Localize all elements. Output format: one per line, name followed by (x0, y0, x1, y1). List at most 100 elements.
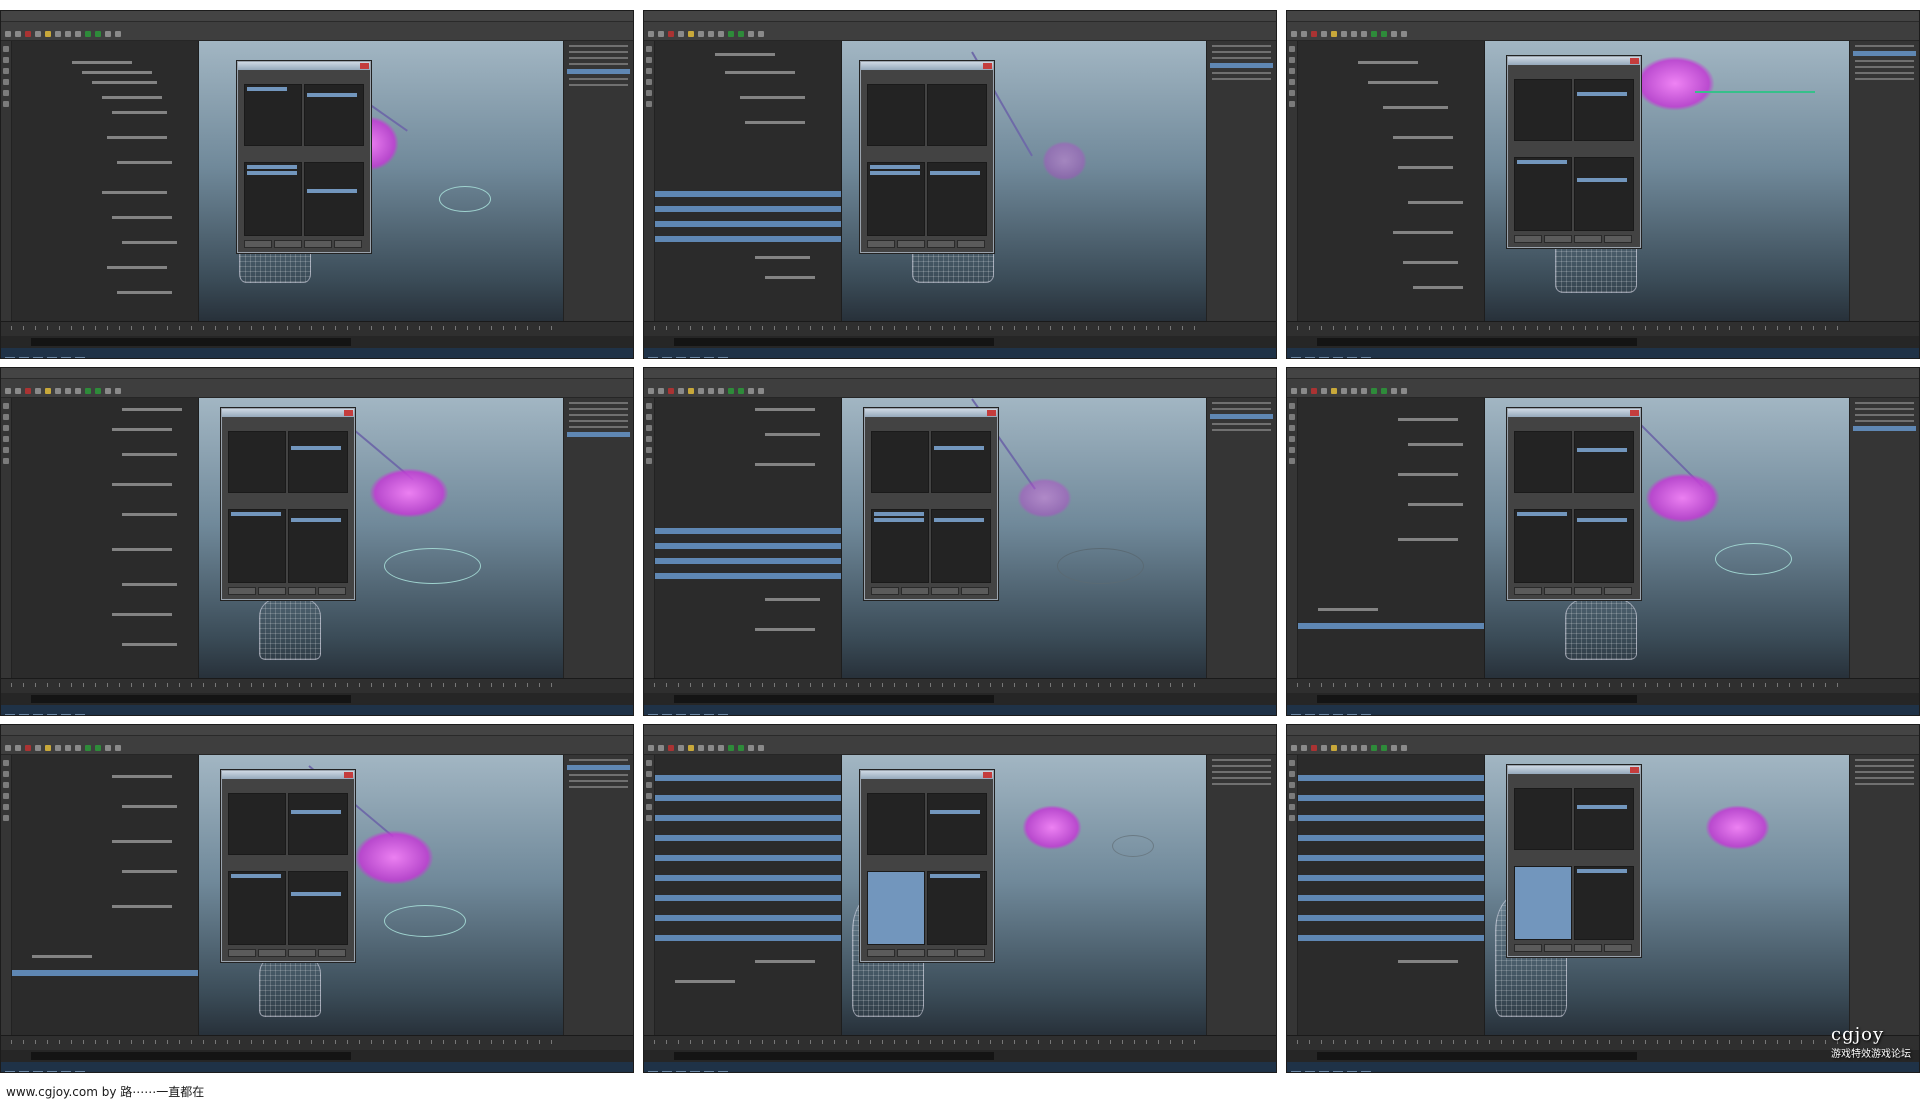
3d-viewport[interactable] (1485, 755, 1849, 1036)
dialog-titlebar[interactable] (1508, 766, 1640, 774)
driven-objects-list[interactable] (867, 871, 925, 945)
3d-viewport[interactable] (842, 398, 1206, 679)
key-button[interactable] (867, 240, 895, 248)
3d-viewport[interactable] (199, 41, 563, 322)
command-line[interactable] (644, 336, 1276, 348)
command-line[interactable] (644, 1050, 1276, 1062)
shelf-toolbar[interactable] (1, 379, 633, 398)
close-button[interactable] (318, 949, 346, 957)
command-line[interactable] (1, 336, 633, 348)
key-button[interactable] (228, 949, 256, 957)
time-slider[interactable] (1287, 678, 1919, 693)
set-driven-key-dialog[interactable] (1507, 408, 1641, 600)
driver-attributes-list[interactable] (304, 84, 364, 146)
shelf-toolbar[interactable] (1287, 736, 1919, 755)
channel-box[interactable] (1206, 755, 1276, 1036)
load-driven-button[interactable] (927, 949, 955, 957)
load-driver-button[interactable] (1544, 235, 1572, 243)
time-slider[interactable] (1287, 321, 1919, 336)
set-driven-key-dialog[interactable] (237, 61, 371, 253)
driver-attributes-list[interactable] (1574, 79, 1634, 141)
load-driver-button[interactable] (897, 949, 925, 957)
driver-objects-list[interactable] (871, 431, 929, 493)
set-driven-key-dialog[interactable] (860, 770, 994, 962)
close-button[interactable] (957, 949, 985, 957)
close-button[interactable] (1604, 587, 1632, 595)
driver-objects-list[interactable] (1514, 431, 1572, 493)
driven-attributes-list[interactable] (1574, 866, 1634, 940)
key-button[interactable] (1514, 587, 1542, 595)
3d-viewport[interactable] (842, 41, 1206, 322)
load-driven-button[interactable] (1574, 944, 1602, 952)
dialog-titlebar[interactable] (865, 409, 997, 417)
3d-viewport[interactable] (1485, 398, 1849, 679)
close-button[interactable] (957, 240, 985, 248)
driven-attributes-list[interactable] (304, 162, 364, 236)
driven-attributes-list[interactable] (288, 871, 348, 945)
dialog-titlebar[interactable] (861, 771, 993, 779)
channel-box[interactable] (563, 41, 633, 322)
driver-objects-list[interactable] (867, 84, 925, 146)
close-button[interactable] (1604, 944, 1632, 952)
dialog-titlebar[interactable] (1508, 57, 1640, 65)
driven-objects-list[interactable] (244, 162, 302, 236)
driven-attributes-list[interactable] (927, 162, 987, 236)
close-icon[interactable] (983, 63, 992, 69)
dialog-titlebar[interactable] (1508, 409, 1640, 417)
3d-viewport[interactable] (199, 755, 563, 1036)
load-driver-button[interactable] (258, 587, 286, 595)
channel-box[interactable] (1206, 398, 1276, 679)
tool-box[interactable] (1, 755, 12, 1040)
driven-objects-list[interactable] (1514, 509, 1572, 583)
load-driven-button[interactable] (1574, 235, 1602, 243)
time-slider[interactable] (644, 1035, 1276, 1050)
dialog-titlebar[interactable] (238, 62, 370, 70)
channel-box[interactable] (1849, 41, 1919, 322)
tool-box[interactable] (1287, 398, 1298, 683)
driver-attributes-list[interactable] (1574, 788, 1634, 850)
close-icon[interactable] (344, 410, 353, 416)
3d-viewport[interactable] (199, 398, 563, 679)
dialog-titlebar[interactable] (861, 62, 993, 70)
load-driver-button[interactable] (258, 949, 286, 957)
command-line[interactable] (1287, 336, 1919, 348)
key-button[interactable] (867, 949, 895, 957)
driven-objects-list[interactable] (871, 509, 929, 583)
driven-attributes-list[interactable] (1574, 509, 1634, 583)
command-line[interactable] (1287, 1050, 1919, 1062)
channel-box[interactable] (1849, 398, 1919, 679)
close-icon[interactable] (987, 410, 996, 416)
channel-box[interactable] (1206, 41, 1276, 322)
load-driven-button[interactable] (1574, 587, 1602, 595)
command-line[interactable] (1, 693, 633, 705)
dialog-titlebar[interactable] (222, 771, 354, 779)
dialog-titlebar[interactable] (222, 409, 354, 417)
shelf-toolbar[interactable] (644, 379, 1276, 398)
driven-attributes-list[interactable] (927, 871, 987, 945)
key-button[interactable] (871, 587, 899, 595)
close-icon[interactable] (1630, 410, 1639, 416)
driver-objects-list[interactable] (228, 793, 286, 855)
3d-viewport[interactable] (1485, 41, 1849, 322)
close-icon[interactable] (344, 772, 353, 778)
tool-box[interactable] (644, 755, 655, 1040)
load-driven-button[interactable] (931, 587, 959, 595)
outliner-panel[interactable] (1298, 755, 1485, 1036)
3d-viewport[interactable] (842, 755, 1206, 1036)
close-icon[interactable] (360, 63, 369, 69)
outliner-panel[interactable] (655, 398, 842, 679)
outliner-panel[interactable] (12, 41, 199, 322)
load-driven-button[interactable] (927, 240, 955, 248)
driver-attributes-list[interactable] (288, 431, 348, 493)
shelf-toolbar[interactable] (1287, 22, 1919, 41)
channel-box[interactable] (563, 755, 633, 1036)
driven-objects-list[interactable] (1514, 157, 1572, 231)
time-slider[interactable] (644, 678, 1276, 693)
outliner-panel[interactable] (655, 755, 842, 1036)
shelf-toolbar[interactable] (644, 22, 1276, 41)
load-driven-button[interactable] (288, 949, 316, 957)
channel-box[interactable] (563, 398, 633, 679)
set-driven-key-dialog[interactable] (221, 770, 355, 962)
load-driver-button[interactable] (1544, 944, 1572, 952)
command-line[interactable] (644, 693, 1276, 705)
